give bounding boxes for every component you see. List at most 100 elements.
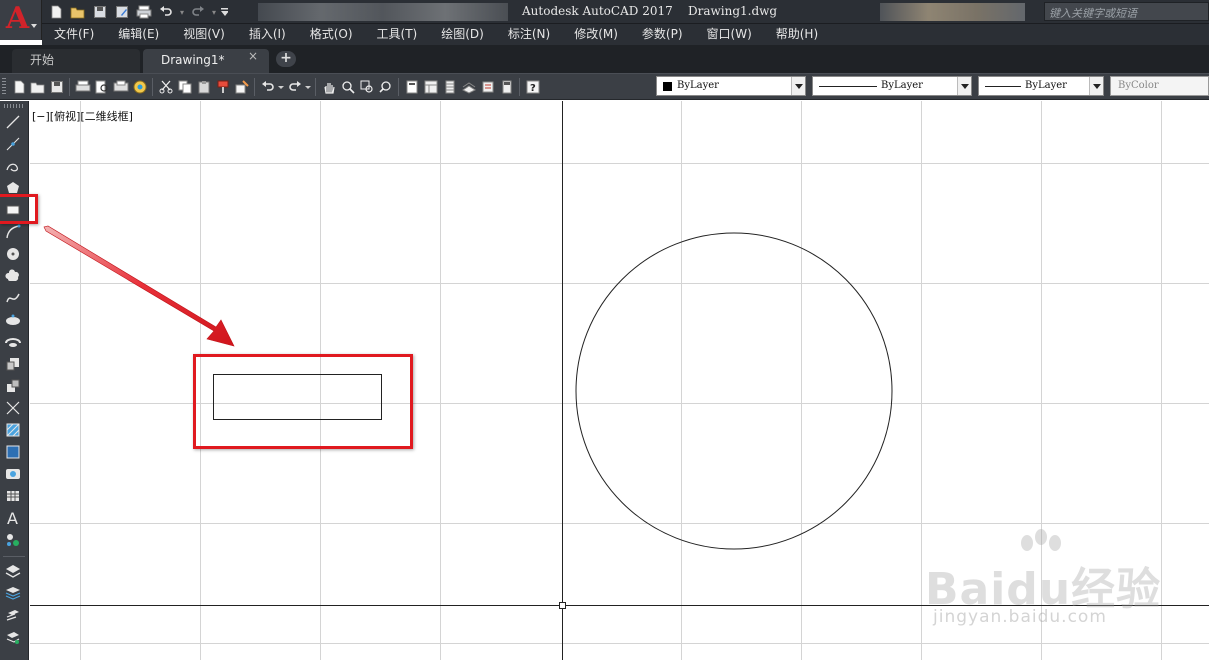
hatch-tool-icon[interactable] <box>3 420 23 440</box>
chevron-down-icon[interactable] <box>1089 77 1103 95</box>
layer-states-icon[interactable] <box>3 583 23 603</box>
menu-edit[interactable]: 编辑(E) <box>106 24 171 45</box>
tool-palettes-icon[interactable] <box>440 77 459 97</box>
construction-line-icon[interactable] <box>3 134 23 154</box>
lineweight-control-dropdown[interactable]: ByLayer <box>978 76 1104 96</box>
redo-icon[interactable] <box>285 77 304 97</box>
search-input[interactable]: 键入关键字或短语 <box>1044 2 1209 21</box>
undo-icon[interactable] <box>156 2 176 22</box>
linetype-control-dropdown[interactable]: ByLayer <box>812 76 972 96</box>
viewport-controls-label[interactable]: [−][俯视][二维线框] <box>32 108 133 124</box>
new-icon[interactable] <box>9 77 28 97</box>
blurred-account-area <box>880 3 1025 21</box>
zoom-window-icon[interactable] <box>357 77 376 97</box>
redo-dropdown-icon[interactable]: ▾ <box>210 2 218 22</box>
paste-icon[interactable] <box>194 77 213 97</box>
spline-tool-icon[interactable] <box>3 288 23 308</box>
cut-icon[interactable] <box>156 77 175 97</box>
toolbar-grip[interactable] <box>4 104 24 108</box>
toolbar-separator <box>315 78 316 96</box>
toolbar-separator <box>3 556 25 557</box>
plot-icon[interactable] <box>73 77 92 97</box>
chevron-down-icon <box>31 24 37 28</box>
publish-icon[interactable] <box>111 77 130 97</box>
undo-icon[interactable] <box>258 77 277 97</box>
chevron-down-icon[interactable] <box>957 77 971 95</box>
markup-set-icon[interactable] <box>478 77 497 97</box>
sheet-set-icon[interactable] <box>459 77 478 97</box>
plot-preview-icon[interactable] <box>92 77 111 97</box>
layer-properties-icon[interactable] <box>3 561 23 581</box>
save-icon[interactable] <box>90 2 110 22</box>
toolbar-separator <box>254 78 255 96</box>
ellipse-tool-icon[interactable] <box>3 310 23 330</box>
toolbar-separator <box>69 78 70 96</box>
menu-file[interactable]: 文件(F) <box>42 24 106 45</box>
menu-modify[interactable]: 修改(M) <box>562 24 630 45</box>
window-title: Autodesk AutoCAD 2017 Drawing1.dwg <box>522 4 778 18</box>
redo-icon[interactable] <box>188 2 208 22</box>
toolbar-separator <box>398 78 399 96</box>
copy-icon[interactable] <box>175 77 194 97</box>
help-icon[interactable]: ? <box>523 77 542 97</box>
open-icon[interactable] <box>28 77 47 97</box>
menu-window[interactable]: 窗口(W) <box>695 24 764 45</box>
insert-block-icon[interactable] <box>3 354 23 374</box>
undo-dropdown-icon[interactable] <box>277 77 285 97</box>
line-tool-icon[interactable] <box>3 112 23 132</box>
drawn-circle[interactable] <box>575 232 893 550</box>
region-tool-icon[interactable] <box>3 464 23 484</box>
customize-quick-access-icon[interactable] <box>220 2 228 22</box>
ellipse-arc-icon[interactable] <box>3 332 23 352</box>
blurred-title-area <box>258 3 508 21</box>
color-control-dropdown[interactable]: ByLayer <box>656 76 806 96</box>
make-block-icon[interactable] <box>3 376 23 396</box>
add-selected-icon[interactable] <box>3 530 23 550</box>
menu-view[interactable]: 视图(V) <box>171 24 237 45</box>
point-tool-icon[interactable] <box>3 398 23 418</box>
circle-tool-icon[interactable] <box>3 244 23 264</box>
menu-parametric[interactable]: 参数(P) <box>630 24 695 45</box>
tab-start[interactable]: 开始 <box>12 49 140 73</box>
menu-insert[interactable]: 插入(I) <box>237 24 298 45</box>
pan-hand-icon[interactable] <box>319 77 338 97</box>
redo-dropdown-icon[interactable] <box>304 77 312 97</box>
menu-draw[interactable]: 绘图(D) <box>429 24 496 45</box>
polyline-tool-icon[interactable] <box>3 156 23 176</box>
zoom-previous-icon[interactable] <box>376 77 395 97</box>
open-folder-icon[interactable] <box>68 2 88 22</box>
gradient-tool-icon[interactable] <box>3 442 23 462</box>
plot-style-control[interactable]: ByColor <box>1110 76 1209 96</box>
close-tab-icon[interactable]: × <box>246 49 260 63</box>
document-tab-bar: 开始 Drawing1* <box>0 45 1209 73</box>
calculator-icon[interactable] <box>497 77 516 97</box>
menu-dimension[interactable]: 标注(N) <box>496 24 562 45</box>
chevron-down-icon[interactable] <box>791 77 805 95</box>
layer-previous-icon[interactable] <box>3 605 23 625</box>
revision-cloud-icon[interactable] <box>3 266 23 286</box>
table-tool-icon[interactable] <box>3 486 23 506</box>
layer-walk-icon[interactable] <box>3 627 23 647</box>
design-center-icon[interactable] <box>421 77 440 97</box>
new-tab-button[interactable]: + <box>276 51 296 67</box>
menu-format[interactable]: 格式(O) <box>298 24 365 45</box>
3d-print-icon[interactable] <box>130 77 149 97</box>
multiline-text-icon[interactable]: A <box>3 508 23 528</box>
toolbar-grip[interactable] <box>2 78 6 96</box>
block-editor-icon[interactable] <box>232 77 251 97</box>
zoom-realtime-icon[interactable] <box>338 77 357 97</box>
save-icon[interactable] <box>47 77 66 97</box>
arc-tool-icon[interactable] <box>3 222 23 242</box>
svg-text:?: ? <box>530 83 536 94</box>
new-file-icon[interactable] <box>46 2 66 22</box>
lineweight-preview <box>985 86 1021 87</box>
match-properties-icon[interactable] <box>213 77 232 97</box>
save-as-icon[interactable] <box>112 2 132 22</box>
plot-style-value: ByColor <box>1118 80 1159 91</box>
menu-help[interactable]: 帮助(H) <box>764 24 830 45</box>
application-menu-button[interactable]: A <box>0 0 42 40</box>
menu-tools[interactable]: 工具(T) <box>365 24 430 45</box>
undo-dropdown-icon[interactable]: ▾ <box>178 2 186 22</box>
properties-icon[interactable] <box>402 77 421 97</box>
print-icon[interactable] <box>134 2 154 22</box>
